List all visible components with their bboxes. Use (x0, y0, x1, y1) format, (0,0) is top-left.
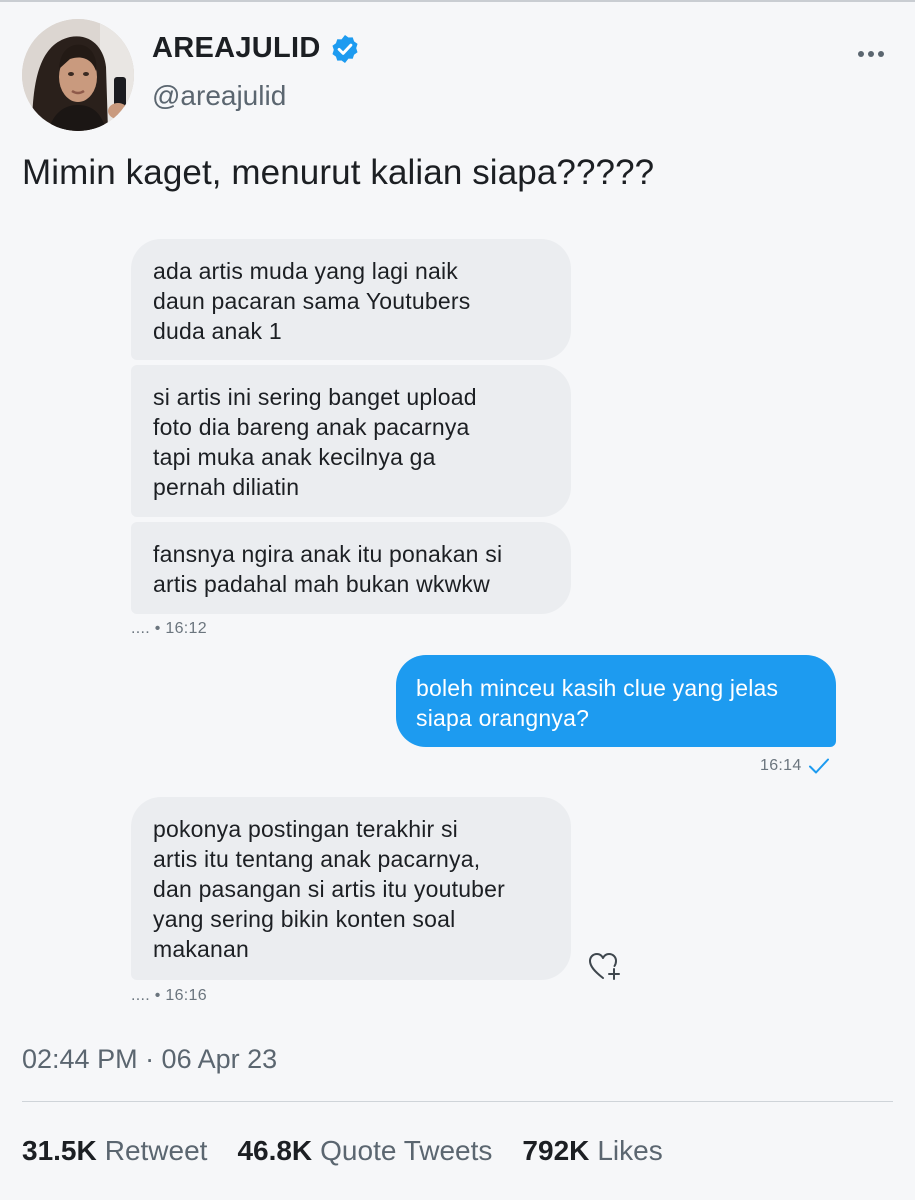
message-line: dan pasangan si artis itu youtuber (153, 876, 506, 902)
message-time: .... • 16:12 (131, 620, 207, 638)
tweet-timestamp[interactable]: 02:44 PM · 06 Apr 23 (22, 1044, 277, 1075)
message-line: ada artis muda yang lagi naik (153, 258, 458, 284)
meta-prefix: .... (131, 987, 150, 1004)
more-options-icon[interactable] (858, 44, 890, 64)
message-line: si artis ini sering banget upload (153, 384, 477, 410)
tweet-card: AREAJULID @areajulid Mimin kaget, menuru… (0, 0, 915, 1200)
message-line: daun pacaran sama Youtubers (153, 288, 471, 314)
message-line: artis itu tentang anak pacarnya, (153, 846, 481, 872)
message-line: artis padahal mah bukan wkwkw (153, 571, 490, 597)
message-line: makanan (153, 936, 250, 962)
dm-message-incoming: si artis ini sering banget upload foto d… (131, 365, 571, 517)
verified-badge-icon (329, 33, 361, 65)
display-name-row: AREAJULID (152, 32, 361, 65)
message-time: 16:14 (760, 757, 830, 775)
avatar[interactable] (22, 19, 134, 131)
message-line: boleh minceu kasih clue yang jelas (416, 675, 779, 701)
message-line: siapa orangnya? (416, 705, 590, 731)
top-divider (0, 0, 915, 2)
message-line: yang sering bikin konten soal (153, 906, 456, 932)
user-handle[interactable]: @areajulid (152, 80, 286, 112)
message-line: tapi muka anak kecilnya ga (153, 444, 436, 470)
message-line: pokonya postingan terakhir si (153, 816, 458, 842)
meta-time: 16:12 (165, 620, 207, 637)
stat-label: Likes (597, 1135, 663, 1166)
stat-number: 46.8K (237, 1135, 313, 1166)
meta-time: 16:16 (165, 987, 207, 1004)
message-line: duda anak 1 (153, 318, 282, 344)
meta-separator: • (154, 620, 161, 637)
heart-plus-icon[interactable] (588, 952, 622, 982)
display-name[interactable]: AREAJULID (152, 32, 321, 65)
stat-label: Quote Tweets (320, 1135, 493, 1166)
retweet-count[interactable]: 31.5K Retweet (22, 1135, 207, 1167)
tweet-stats: 31.5K Retweet 46.8K Quote Tweets 792K Li… (22, 1135, 663, 1167)
stat-number: 31.5K (22, 1135, 97, 1166)
message-line: fansnya ngira anak itu ponakan si (153, 541, 503, 567)
dm-message-incoming: pokonya postingan terakhir si artis itu … (131, 797, 571, 980)
dm-message-outgoing: boleh minceu kasih clue yang jelas siapa… (396, 655, 836, 747)
stat-number: 792K (522, 1135, 590, 1166)
message-line: foto dia bareng anak pacarnya (153, 414, 470, 440)
divider (22, 1101, 893, 1102)
tweet-text: Mimin kaget, menurut kalian siapa????? (22, 153, 655, 192)
message-time: .... • 16:16 (131, 987, 207, 1005)
meta-separator: • (154, 987, 161, 1004)
check-icon (808, 757, 830, 775)
dm-message-incoming: ada artis muda yang lagi naik daun pacar… (131, 239, 571, 360)
meta-time: 16:14 (760, 757, 802, 774)
dot (878, 51, 884, 57)
message-line: pernah diliatin (153, 474, 300, 500)
dot (868, 51, 874, 57)
meta-prefix: .... (131, 620, 150, 637)
stat-label: Retweet (104, 1135, 208, 1166)
quote-tweets-count[interactable]: 46.8K Quote Tweets (237, 1135, 492, 1167)
dot (858, 51, 864, 57)
likes-count[interactable]: 792K Likes (522, 1135, 662, 1167)
dm-message-incoming: fansnya ngira anak itu ponakan si artis … (131, 522, 571, 614)
